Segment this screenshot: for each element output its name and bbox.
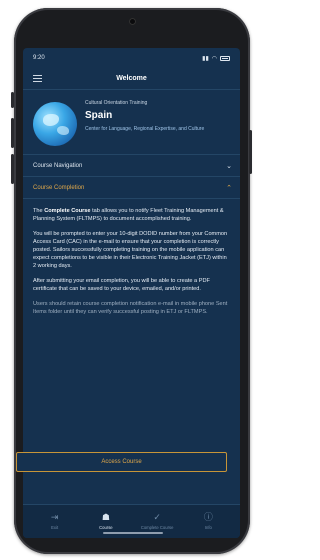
course-subtitle: Cultural Orientation Training (85, 100, 148, 106)
power-button (249, 130, 252, 174)
signal-icon: ▮▮ (202, 55, 209, 62)
p1-text-start: The (33, 208, 45, 214)
volume-down-button (11, 154, 14, 184)
course-completion-section[interactable]: Course Completion ⌃ (23, 177, 240, 199)
course-accordion: Course Navigation ⌄ Course Completion ⌃ (23, 154, 240, 199)
p1-bold-text: Complete Course (44, 208, 91, 214)
exit-icon: ⇥ (50, 512, 59, 522)
info-icon: ⓘ (203, 512, 213, 522)
completion-paragraph-2: You will be prompted to enter your 10-di… (33, 231, 228, 269)
status-time: 9:20 (33, 55, 45, 61)
status-bar: 9:20 ▮▮ ◠ (23, 48, 240, 68)
tab-course[interactable]: ☗ Course (86, 512, 126, 531)
course-navigation-section[interactable]: Course Navigation ⌄ (23, 155, 240, 177)
volume-up-button (11, 118, 14, 148)
page-title: Welcome (116, 75, 147, 82)
completion-paragraph-4: Users should retain course completion no… (33, 301, 228, 315)
camera-dot (129, 18, 136, 25)
wifi-icon: ◠ (211, 55, 217, 62)
complete-course-icon: ✓ (153, 512, 161, 522)
chevron-up-icon: ⌃ (226, 184, 232, 192)
battery-icon (220, 55, 230, 61)
course-caption: Center for Language, Regional Expertise,… (85, 126, 205, 132)
status-icons: ▮▮ ◠ (202, 55, 230, 62)
tab-info-label: Info (204, 525, 212, 530)
nav-bar: Welcome (23, 68, 240, 90)
chevron-down-icon: ⌄ (226, 162, 232, 170)
tab-info[interactable]: ⓘ Info (188, 512, 228, 531)
tab-course-label: Course (99, 525, 113, 530)
completion-content: The Complete Course tab allows you to no… (23, 199, 240, 316)
globe-icon (33, 102, 77, 146)
home-indicator (103, 532, 163, 534)
tab-exit[interactable]: ⇥ Exit (35, 512, 75, 531)
course-title: Spain (85, 110, 113, 121)
tab-exit-label: Exit (51, 525, 59, 530)
course-completion-label: Course Completion (33, 184, 85, 191)
tab-complete-course[interactable]: ✓ Complete Course (137, 512, 177, 531)
completion-paragraph-3: After submitting your email completion, … (33, 278, 210, 292)
access-course-button[interactable]: Access Course (16, 452, 227, 472)
mute-switch (11, 92, 14, 108)
course-header: Cultural Orientation Training Spain Cent… (23, 90, 240, 154)
completion-paragraph-1: The Complete Course tab allows you to no… (33, 207, 230, 223)
course-navigation-label: Course Navigation (33, 162, 83, 169)
menu-icon[interactable] (33, 75, 42, 82)
tab-bar: ⇥ Exit ☗ Course ✓ Complete Course ⓘ Info (23, 504, 240, 538)
tab-complete-course-label: Complete Course (140, 525, 174, 530)
course-header-text: Cultural Orientation Training Spain Cent… (85, 98, 204, 146)
course-icon: ☗ (101, 512, 110, 522)
